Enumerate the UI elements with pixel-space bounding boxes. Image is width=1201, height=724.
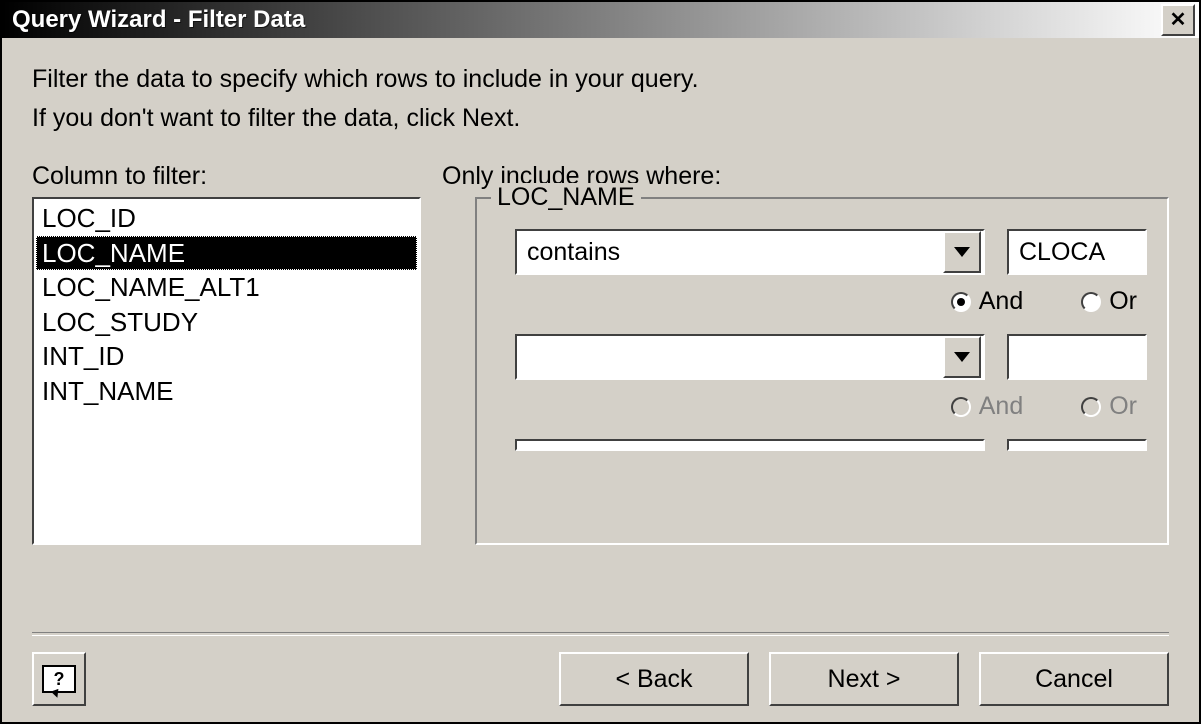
query-wizard-dialog: Query Wizard - Filter Data ✕ Filter the … (0, 0, 1201, 724)
column-to-filter-label: Column to filter: (32, 162, 442, 191)
operator-dropdown-3[interactable] (515, 439, 985, 451)
radio-label: And (979, 392, 1023, 421)
help-icon: ? (42, 665, 76, 693)
list-item[interactable]: LOC_NAME_ALT1 (36, 270, 417, 305)
close-icon: ✕ (1170, 10, 1187, 30)
fieldset-legend: LOC_NAME (491, 183, 641, 212)
filter-row (515, 334, 1147, 380)
titlebar: Query Wizard - Filter Data ✕ (2, 2, 1199, 38)
or-radio-1[interactable]: Or (1081, 287, 1137, 316)
help-button[interactable]: ? (32, 652, 86, 706)
value-input-1[interactable]: CLOCA (1007, 229, 1147, 275)
dropdown-button[interactable] (943, 231, 981, 273)
operator-dropdown-2[interactable] (515, 334, 985, 380)
instruction-line-2: If you don't want to filter the data, cl… (32, 101, 1169, 136)
operator-dropdown-1[interactable]: contains (515, 229, 985, 275)
radio-row-2: And Or (515, 392, 1147, 421)
dialog-content: Filter the data to specify which rows to… (2, 38, 1199, 620)
chevron-down-icon (954, 247, 970, 257)
filter-fieldset: LOC_NAME contains CLOCA (475, 197, 1169, 545)
close-button[interactable]: ✕ (1161, 4, 1195, 36)
radio-icon (1081, 292, 1101, 312)
and-radio-1[interactable]: And (951, 287, 1023, 316)
and-radio-2: And (951, 392, 1023, 421)
filter-row (515, 439, 1147, 451)
radio-label: And (979, 287, 1023, 316)
list-item[interactable]: INT_NAME (36, 374, 417, 409)
list-item[interactable]: LOC_NAME (36, 236, 417, 271)
radio-label: Or (1109, 287, 1137, 316)
radio-icon (951, 292, 971, 312)
cancel-button[interactable]: Cancel (979, 652, 1169, 706)
chevron-down-icon (954, 352, 970, 362)
list-item[interactable]: LOC_ID (36, 201, 417, 236)
column-listbox[interactable]: LOC_ID LOC_NAME LOC_NAME_ALT1 LOC_STUDY … (32, 197, 421, 545)
or-radio-2: Or (1081, 392, 1137, 421)
value-text: CLOCA (1019, 238, 1105, 267)
radio-icon (1081, 397, 1101, 417)
next-button[interactable]: Next > (769, 652, 959, 706)
radio-row-1: And Or (515, 287, 1147, 316)
dialog-footer: ? < Back Next > Cancel (2, 636, 1199, 722)
body-row: LOC_ID LOC_NAME LOC_NAME_ALT1 LOC_STUDY … (32, 197, 1169, 557)
list-item[interactable]: INT_ID (36, 339, 417, 374)
list-item[interactable]: LOC_STUDY (36, 305, 417, 340)
back-button[interactable]: < Back (559, 652, 749, 706)
radio-label: Or (1109, 392, 1137, 421)
instructions: Filter the data to specify which rows to… (32, 62, 1169, 140)
dropdown-button[interactable] (943, 336, 981, 378)
operator-value: contains (517, 238, 941, 267)
value-input-3[interactable] (1007, 439, 1147, 451)
instruction-line-1: Filter the data to specify which rows to… (32, 62, 1169, 97)
filter-row: contains CLOCA (515, 229, 1147, 275)
radio-icon (951, 397, 971, 417)
window-title: Query Wizard - Filter Data (12, 6, 305, 34)
value-input-2[interactable] (1007, 334, 1147, 380)
